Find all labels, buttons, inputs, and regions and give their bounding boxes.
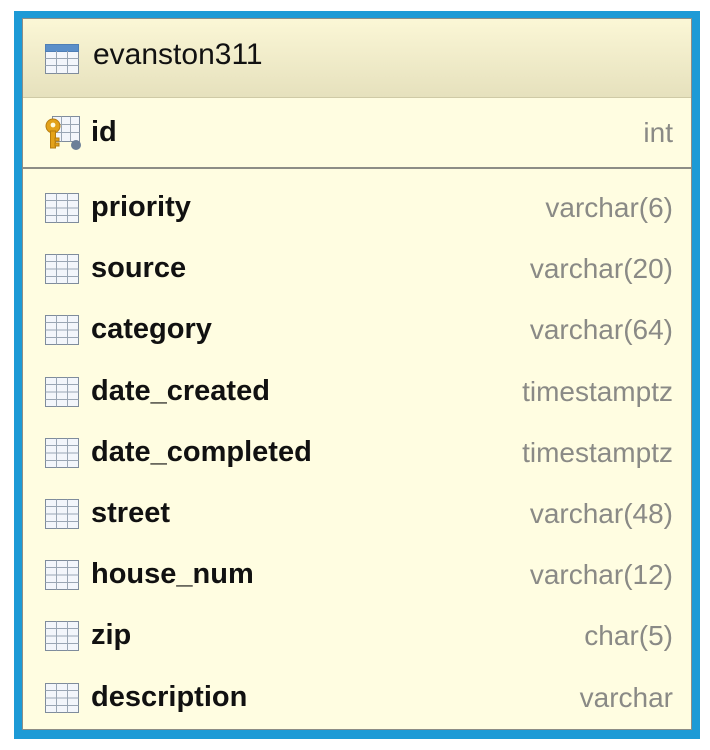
column-name: source bbox=[91, 252, 187, 285]
table-header[interactable]: evanston311 bbox=[23, 19, 691, 98]
column-name: priority bbox=[91, 191, 191, 223]
column-icon bbox=[45, 254, 79, 289]
column-type: char(5) bbox=[584, 620, 673, 652]
column-name: category bbox=[91, 313, 212, 346]
column-name: date_created bbox=[91, 374, 270, 407]
pk-column-row[interactable]: id int bbox=[23, 104, 691, 164]
column-type: timestamptz bbox=[522, 436, 673, 468]
column-icon bbox=[45, 621, 79, 656]
column-row[interactable]: house_num varchar(12) bbox=[23, 546, 691, 606]
table-card[interactable]: evanston311 id int priority varchar(6) s… bbox=[22, 18, 692, 730]
column-type: varchar bbox=[579, 681, 673, 713]
column-name: date_completed bbox=[91, 435, 312, 468]
table-name: evanston311 bbox=[93, 38, 263, 71]
column-type: varchar(64) bbox=[529, 314, 673, 346]
column-type: timestamptz bbox=[522, 375, 673, 407]
pk-divider bbox=[23, 167, 691, 169]
column-type: varchar(48) bbox=[529, 498, 673, 529]
column-icon bbox=[45, 682, 79, 718]
column-icon bbox=[45, 315, 79, 350]
column-name: zip bbox=[91, 619, 132, 652]
column-name: id bbox=[91, 116, 117, 148]
column-row[interactable]: category varchar(64) bbox=[23, 301, 691, 361]
column-row[interactable]: street varchar(48) bbox=[23, 485, 691, 545]
column-icon bbox=[45, 376, 79, 412]
column-row[interactable]: date_completed timestamptz bbox=[23, 424, 691, 484]
column-type: varchar(6) bbox=[545, 192, 673, 223]
column-type: varchar(12) bbox=[529, 559, 673, 591]
column-icon bbox=[45, 193, 79, 228]
column-type: varchar(20) bbox=[529, 253, 673, 285]
column-name: house_num bbox=[91, 558, 254, 591]
primary-key-column-icon bbox=[44, 114, 84, 157]
column-icon bbox=[45, 560, 79, 595]
selection-frame: evanston311 id int priority varchar(6) s… bbox=[14, 11, 700, 739]
table-icon bbox=[45, 44, 79, 79]
column-name: street bbox=[91, 497, 170, 529]
column-icon bbox=[45, 499, 79, 534]
column-row[interactable]: zip char(5) bbox=[23, 607, 691, 667]
column-name: description bbox=[91, 680, 248, 713]
column-type: int bbox=[643, 117, 673, 148]
column-row[interactable]: date_created timestamptz bbox=[23, 363, 691, 423]
column-row[interactable]: priority varchar(6) bbox=[23, 179, 691, 239]
column-icon bbox=[45, 437, 79, 473]
column-row[interactable]: description varchar bbox=[23, 669, 691, 729]
column-row[interactable]: source varchar(20) bbox=[23, 240, 691, 300]
